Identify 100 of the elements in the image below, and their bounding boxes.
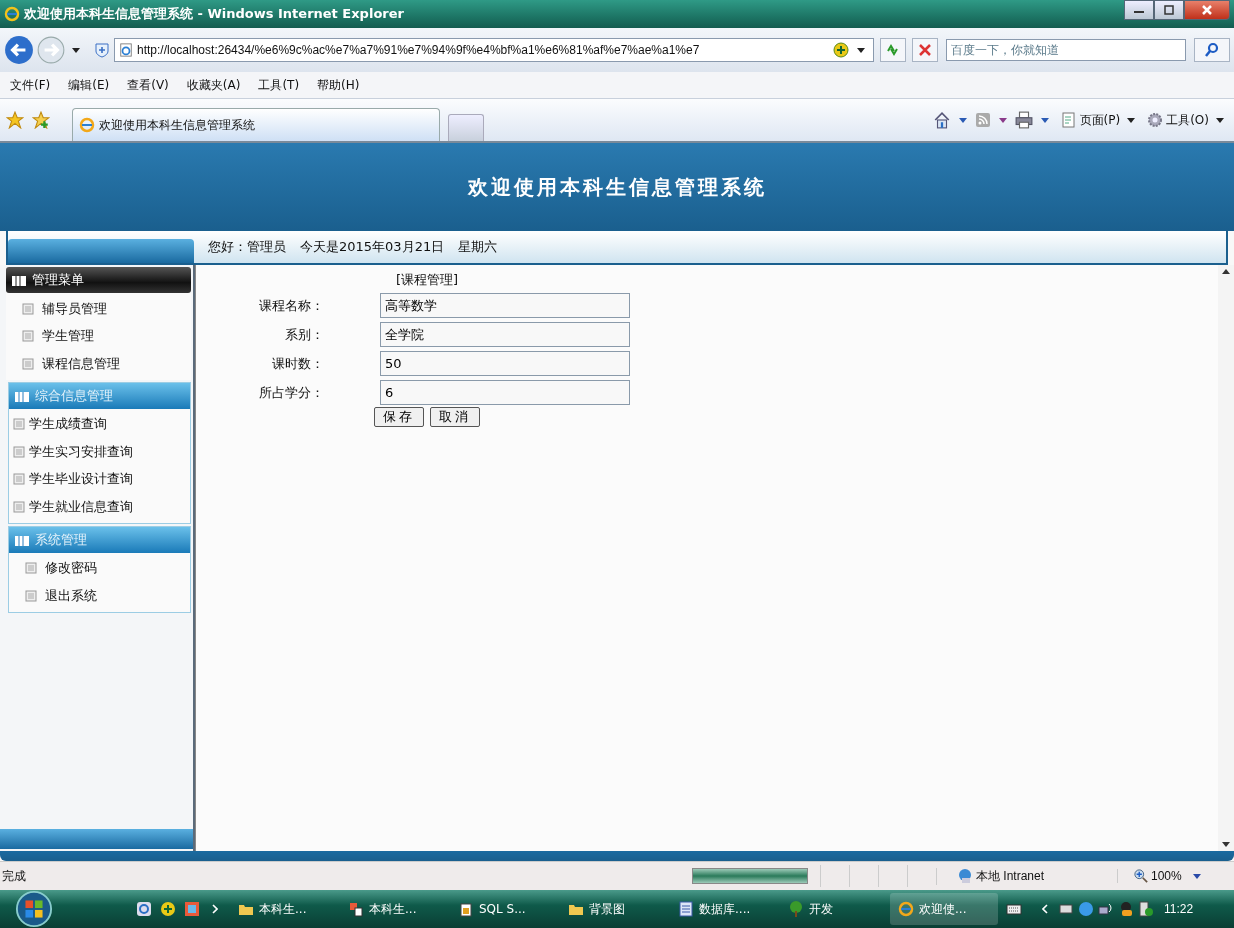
- caret-icon[interactable]: [998, 117, 1007, 123]
- back-icon[interactable]: [4, 35, 34, 65]
- shield-icon[interactable]: [94, 42, 110, 58]
- tray-icon[interactable]: [1138, 901, 1154, 917]
- greeting-text: 星期六: [458, 238, 498, 256]
- close-button[interactable]: [1184, 0, 1230, 20]
- greeting-text: 今天是2015年03月21日: [300, 238, 445, 256]
- input-field[interactable]: 高等数学: [380, 293, 630, 318]
- field-label: 课时数：: [271, 354, 325, 373]
- tray-icon[interactable]: [1058, 901, 1074, 917]
- refresh-icon: [885, 42, 901, 58]
- printer-icon[interactable]: [1014, 111, 1033, 129]
- input-field[interactable]: 6: [380, 380, 630, 405]
- browser-tab[interactable]: 欢迎使用本科生信息管理系统: [72, 108, 440, 141]
- list-icon: [13, 500, 25, 513]
- plus-icon[interactable]: [833, 42, 849, 58]
- caret-icon: [1216, 117, 1224, 123]
- chevron-icon[interactable]: [1042, 904, 1048, 914]
- menu-item[interactable]: 工具(T): [258, 76, 300, 94]
- stop-button[interactable]: [912, 38, 938, 62]
- taskbar-item[interactable]: 本科生...: [230, 893, 334, 925]
- list-icon: [25, 562, 37, 575]
- caret-icon[interactable]: [857, 47, 865, 53]
- taskbar-item[interactable]: 本科生...: [340, 893, 444, 925]
- taskbar-item[interactable]: 背景图: [560, 893, 664, 925]
- search-field[interactable]: 百度一下，你就知道: [946, 39, 1186, 61]
- zoom-icon: [1134, 869, 1148, 883]
- menu-item[interactable]: 文件(F): [10, 76, 51, 94]
- search-icon: [1204, 42, 1220, 58]
- browser-icon[interactable]: [136, 901, 152, 917]
- plus-icon[interactable]: [160, 901, 176, 917]
- chevron-icon[interactable]: [212, 904, 218, 914]
- field-label: 所占学分：: [258, 383, 325, 402]
- menu-item[interactable]: 收藏夹(A): [186, 76, 241, 94]
- taskbar-item[interactable]: SQL S...: [450, 893, 554, 925]
- taskbar-item[interactable]: 开发: [780, 893, 884, 925]
- chat-icon[interactable]: [1118, 901, 1134, 917]
- app-icon: [348, 901, 364, 917]
- ie-icon: [898, 901, 914, 917]
- scrollbar[interactable]: [1218, 265, 1234, 851]
- form-button[interactable]: 取消: [430, 407, 480, 427]
- site-title: 欢迎使用本科生信息管理系统: [467, 173, 767, 201]
- input-field[interactable]: 50: [380, 351, 630, 376]
- refresh-button[interactable]: [880, 38, 906, 62]
- menu-link[interactable]: 学生实习安排查询: [9, 438, 190, 466]
- globe-icon: [957, 868, 973, 884]
- caret-icon[interactable]: [72, 47, 80, 53]
- maximize-button[interactable]: [1154, 0, 1184, 20]
- menu-link[interactable]: 辅导员管理: [6, 295, 191, 323]
- tiles-icon[interactable]: [184, 901, 200, 917]
- field-label: 课程名称：: [258, 296, 325, 315]
- list-icon: [22, 302, 34, 315]
- window-title: 欢迎使用本科生信息管理系统 - Windows Internet Explorer: [24, 5, 404, 23]
- list-icon: [13, 418, 25, 431]
- search-button[interactable]: [1194, 38, 1230, 62]
- tools-menu[interactable]: 工具(O): [1147, 111, 1228, 129]
- menu-link[interactable]: 学生毕业设计查询: [9, 465, 190, 493]
- menu-item[interactable]: 编辑(E): [68, 76, 110, 94]
- taskbar-item[interactable]: 数据库....: [670, 893, 774, 925]
- grid-icon: [12, 273, 26, 287]
- form-button[interactable]: 保存: [374, 407, 424, 427]
- zoom-control[interactable]: 100%: [1117, 869, 1234, 883]
- menu-section-header[interactable]: 管理菜单: [6, 267, 191, 293]
- clock: 11:22: [1164, 902, 1194, 916]
- gear-icon: [1147, 112, 1164, 128]
- star-icon[interactable]: [6, 111, 24, 129]
- security-zone: 本地 Intranet: [936, 867, 1117, 885]
- network-icon[interactable]: [1098, 901, 1114, 917]
- minimize-button[interactable]: [1124, 0, 1154, 20]
- up-arrow-icon[interactable]: [1222, 269, 1230, 274]
- down-arrow-icon[interactable]: [1222, 842, 1230, 847]
- doc-icon: [678, 901, 694, 917]
- list-icon: [25, 589, 37, 602]
- menu-link[interactable]: 退出系统: [9, 582, 190, 610]
- address-field[interactable]: http://localhost:26434/%e6%9c%ac%e7%a7%91%e7%94%9f%e4%bf%a1%e6%81%af%e7%ae%a1%e7: [114, 38, 874, 62]
- home-icon[interactable]: [932, 111, 951, 129]
- menu-link[interactable]: 学生成绩查询: [9, 410, 190, 438]
- close-icon: [918, 43, 932, 57]
- menu-link[interactable]: 学生就业信息查询: [9, 493, 190, 521]
- list-icon: [13, 473, 25, 486]
- list-icon: [22, 330, 34, 343]
- input-field[interactable]: 全学院: [380, 322, 630, 347]
- browser-icon: [79, 117, 95, 133]
- close-icon: [1201, 4, 1213, 16]
- caret-icon: [1192, 873, 1201, 879]
- menu-item[interactable]: 帮助(H): [317, 76, 360, 94]
- document-icon: [1060, 112, 1077, 128]
- tray-icon[interactable]: [1078, 901, 1094, 917]
- menu-link[interactable]: 课程信息管理: [6, 350, 191, 378]
- restore-icon: [1163, 4, 1175, 16]
- list-icon: [22, 357, 34, 370]
- menu-link[interactable]: 学生管理: [6, 322, 191, 350]
- keyboard-icon[interactable]: [1006, 901, 1022, 917]
- page-menu[interactable]: 页面(P): [1060, 111, 1140, 129]
- menu-link[interactable]: 修改密码: [9, 554, 190, 582]
- taskbar-item[interactable]: 欢迎使...: [890, 893, 998, 925]
- add-favorite-icon[interactable]: [32, 111, 50, 129]
- page-icon: [119, 43, 133, 57]
- caret-icon: [1127, 117, 1136, 123]
- menu-item[interactable]: 查看(V): [127, 76, 169, 94]
